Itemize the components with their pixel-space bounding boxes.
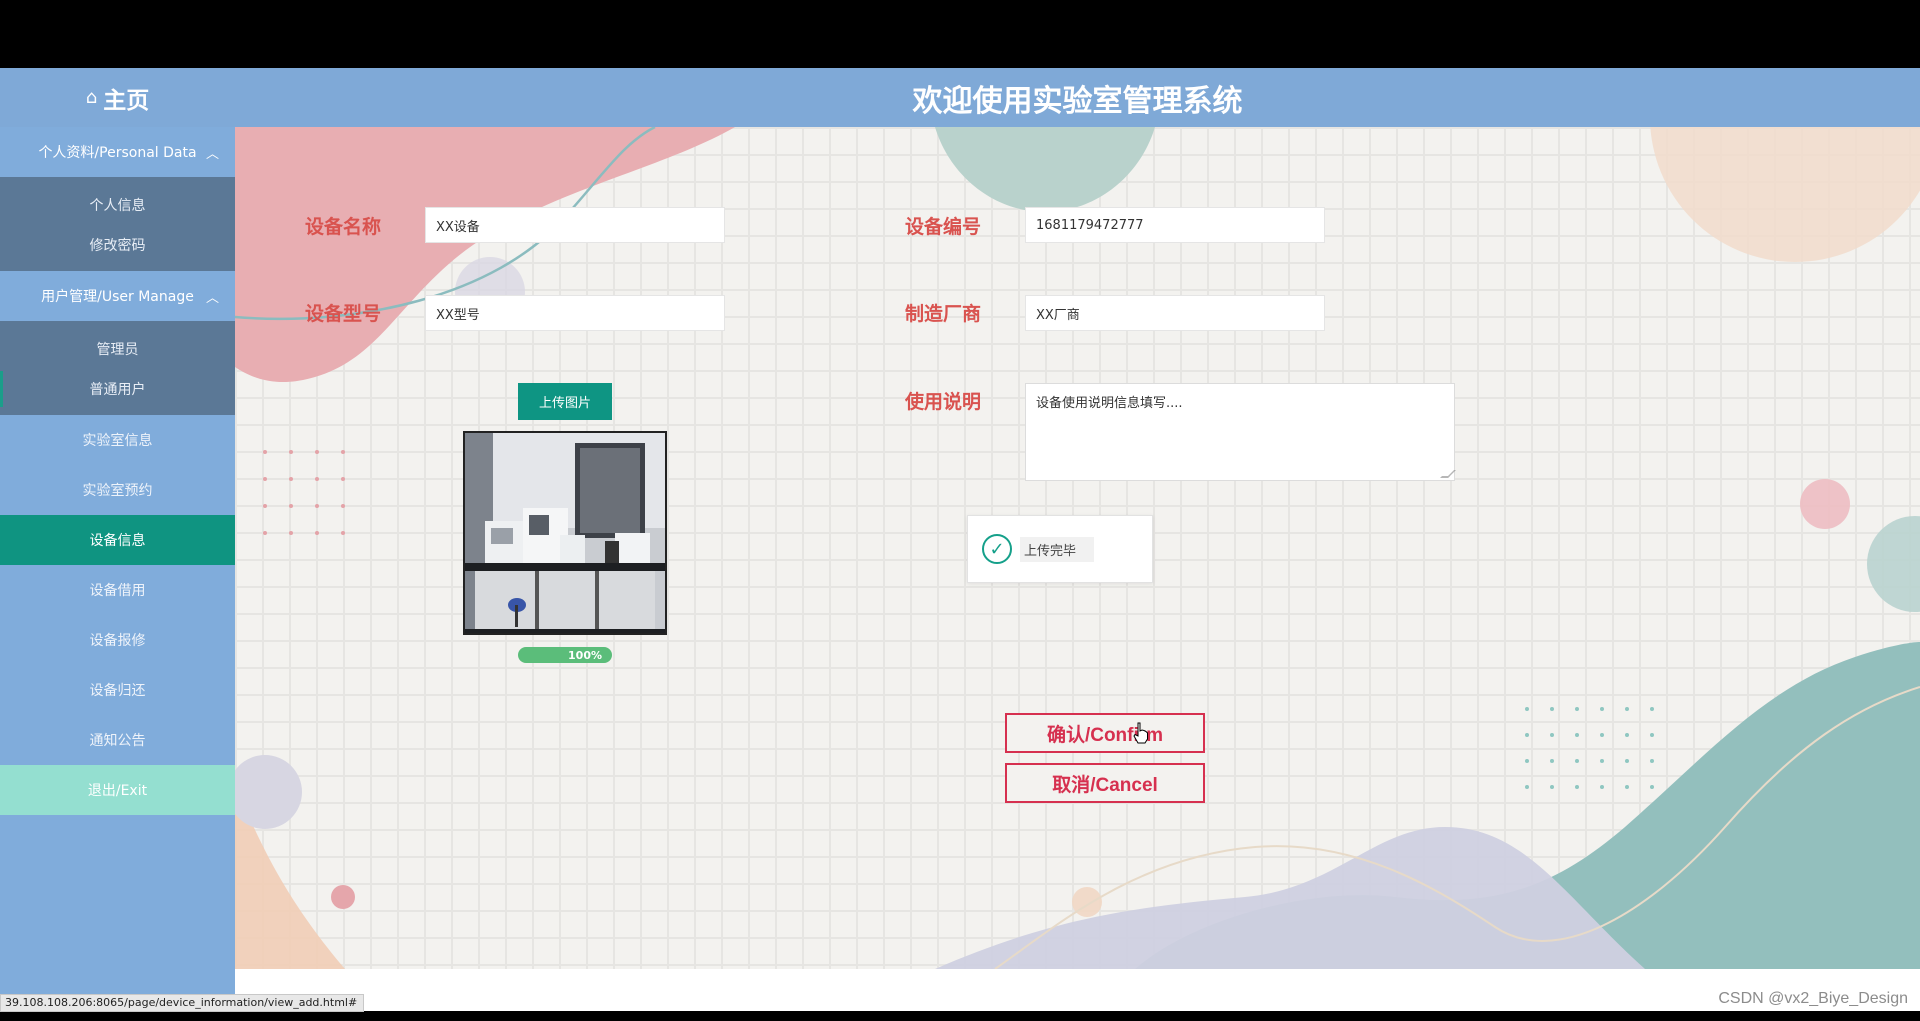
sidebar-item-exit[interactable]: 退出/Exit xyxy=(0,765,235,815)
uploaded-image-preview xyxy=(463,431,667,635)
sidebar-item-device-info[interactable]: 设备信息 xyxy=(0,515,235,565)
usage-notes-text: 设备使用说明信息填写.... xyxy=(1036,396,1183,411)
hand-pointer-cursor-icon xyxy=(1133,722,1149,748)
page-bottom-strip xyxy=(235,969,1920,1011)
cancel-button[interactable]: 取消/Cancel xyxy=(1005,763,1205,803)
upload-complete-toast: ✓ 上传完毕 xyxy=(967,515,1153,583)
page-title: 欢迎使用实验室管理系统 xyxy=(912,83,1243,119)
sidebar-group-user-manage[interactable]: 用户管理/User Manage ︿ xyxy=(0,271,235,321)
device-code-label: 设备编号 xyxy=(905,216,982,238)
device-code-input[interactable]: 1681179472777 xyxy=(1025,207,1325,243)
chevron-up-icon: ︿ xyxy=(205,291,219,306)
chevron-up-icon: ︿ xyxy=(205,147,219,162)
device-name-label: 设备名称 xyxy=(305,216,382,238)
home-link[interactable]: ⌂ 主页 xyxy=(0,68,235,127)
device-model-input[interactable]: XX型号 xyxy=(425,295,725,331)
sidebar-item-lab-booking[interactable]: 实验室预约 xyxy=(0,465,235,515)
upload-image-button[interactable]: 上传图片 xyxy=(518,383,612,420)
sidebar-item-device-repair[interactable]: 设备报修 xyxy=(0,615,235,665)
top-header: ⌂ 主页 欢迎使用实验室管理系统 xyxy=(0,68,1920,127)
confirm-button[interactable]: 确认/Confirm xyxy=(1005,713,1205,753)
check-circle-icon: ✓ xyxy=(982,534,1012,564)
device-model-label: 设备型号 xyxy=(305,303,382,325)
upload-progress-bar: 100% xyxy=(518,647,612,663)
sidebar-item-device-return[interactable]: 设备归还 xyxy=(0,665,235,715)
toast-message: 上传完毕 xyxy=(1020,536,1095,562)
resize-handle-icon[interactable] xyxy=(1440,470,1456,478)
manufacturer-label: 制造厂商 xyxy=(905,303,982,325)
device-name-input[interactable]: XX设备 xyxy=(425,207,725,243)
home-icon: ⌂ xyxy=(85,87,98,108)
sidebar-group-personal-data[interactable]: 个人资料/Personal Data ︿ xyxy=(0,127,235,177)
sidebar-item-normal-user[interactable]: 普通用户 xyxy=(0,369,235,409)
home-label: 主页 xyxy=(103,87,150,114)
sidebar-item-personal-info[interactable]: 个人信息 xyxy=(0,185,235,225)
usage-notes-label: 使用说明 xyxy=(905,391,982,413)
usage-notes-textarea[interactable]: 设备使用说明信息填写.... xyxy=(1025,383,1456,481)
status-bar-url: 39.108.108.206:8065/page/device_informat… xyxy=(0,994,365,1012)
sidebar-item-change-password[interactable]: 修改密码 xyxy=(0,225,235,265)
sidebar-item-device-borrow[interactable]: 设备借用 xyxy=(0,565,235,615)
sidebar-group-label: 用户管理/User Manage xyxy=(41,289,194,305)
manufacturer-input[interactable]: XX厂商 xyxy=(1025,295,1325,331)
lab-photo-image xyxy=(465,433,665,633)
sidebar: 个人资料/Personal Data ︿ 个人信息 修改密码 用户管理/User… xyxy=(0,127,235,994)
submenu-user-manage: 管理员 普通用户 xyxy=(0,321,235,415)
watermark-text: CSDN @vx2_Biye_Design xyxy=(1718,990,1908,1007)
browser-screen: ⌂ 主页 欢迎使用实验室管理系统 个人资料/Personal Data ︿ 个人… xyxy=(0,0,1920,1021)
submenu-personal-data: 个人信息 修改密码 xyxy=(0,177,235,271)
sidebar-item-lab-info[interactable]: 实验室信息 xyxy=(0,415,235,465)
sidebar-item-notices[interactable]: 通知公告 xyxy=(0,715,235,765)
sidebar-group-label: 个人资料/Personal Data xyxy=(38,145,197,161)
sidebar-item-admin[interactable]: 管理员 xyxy=(0,329,235,369)
